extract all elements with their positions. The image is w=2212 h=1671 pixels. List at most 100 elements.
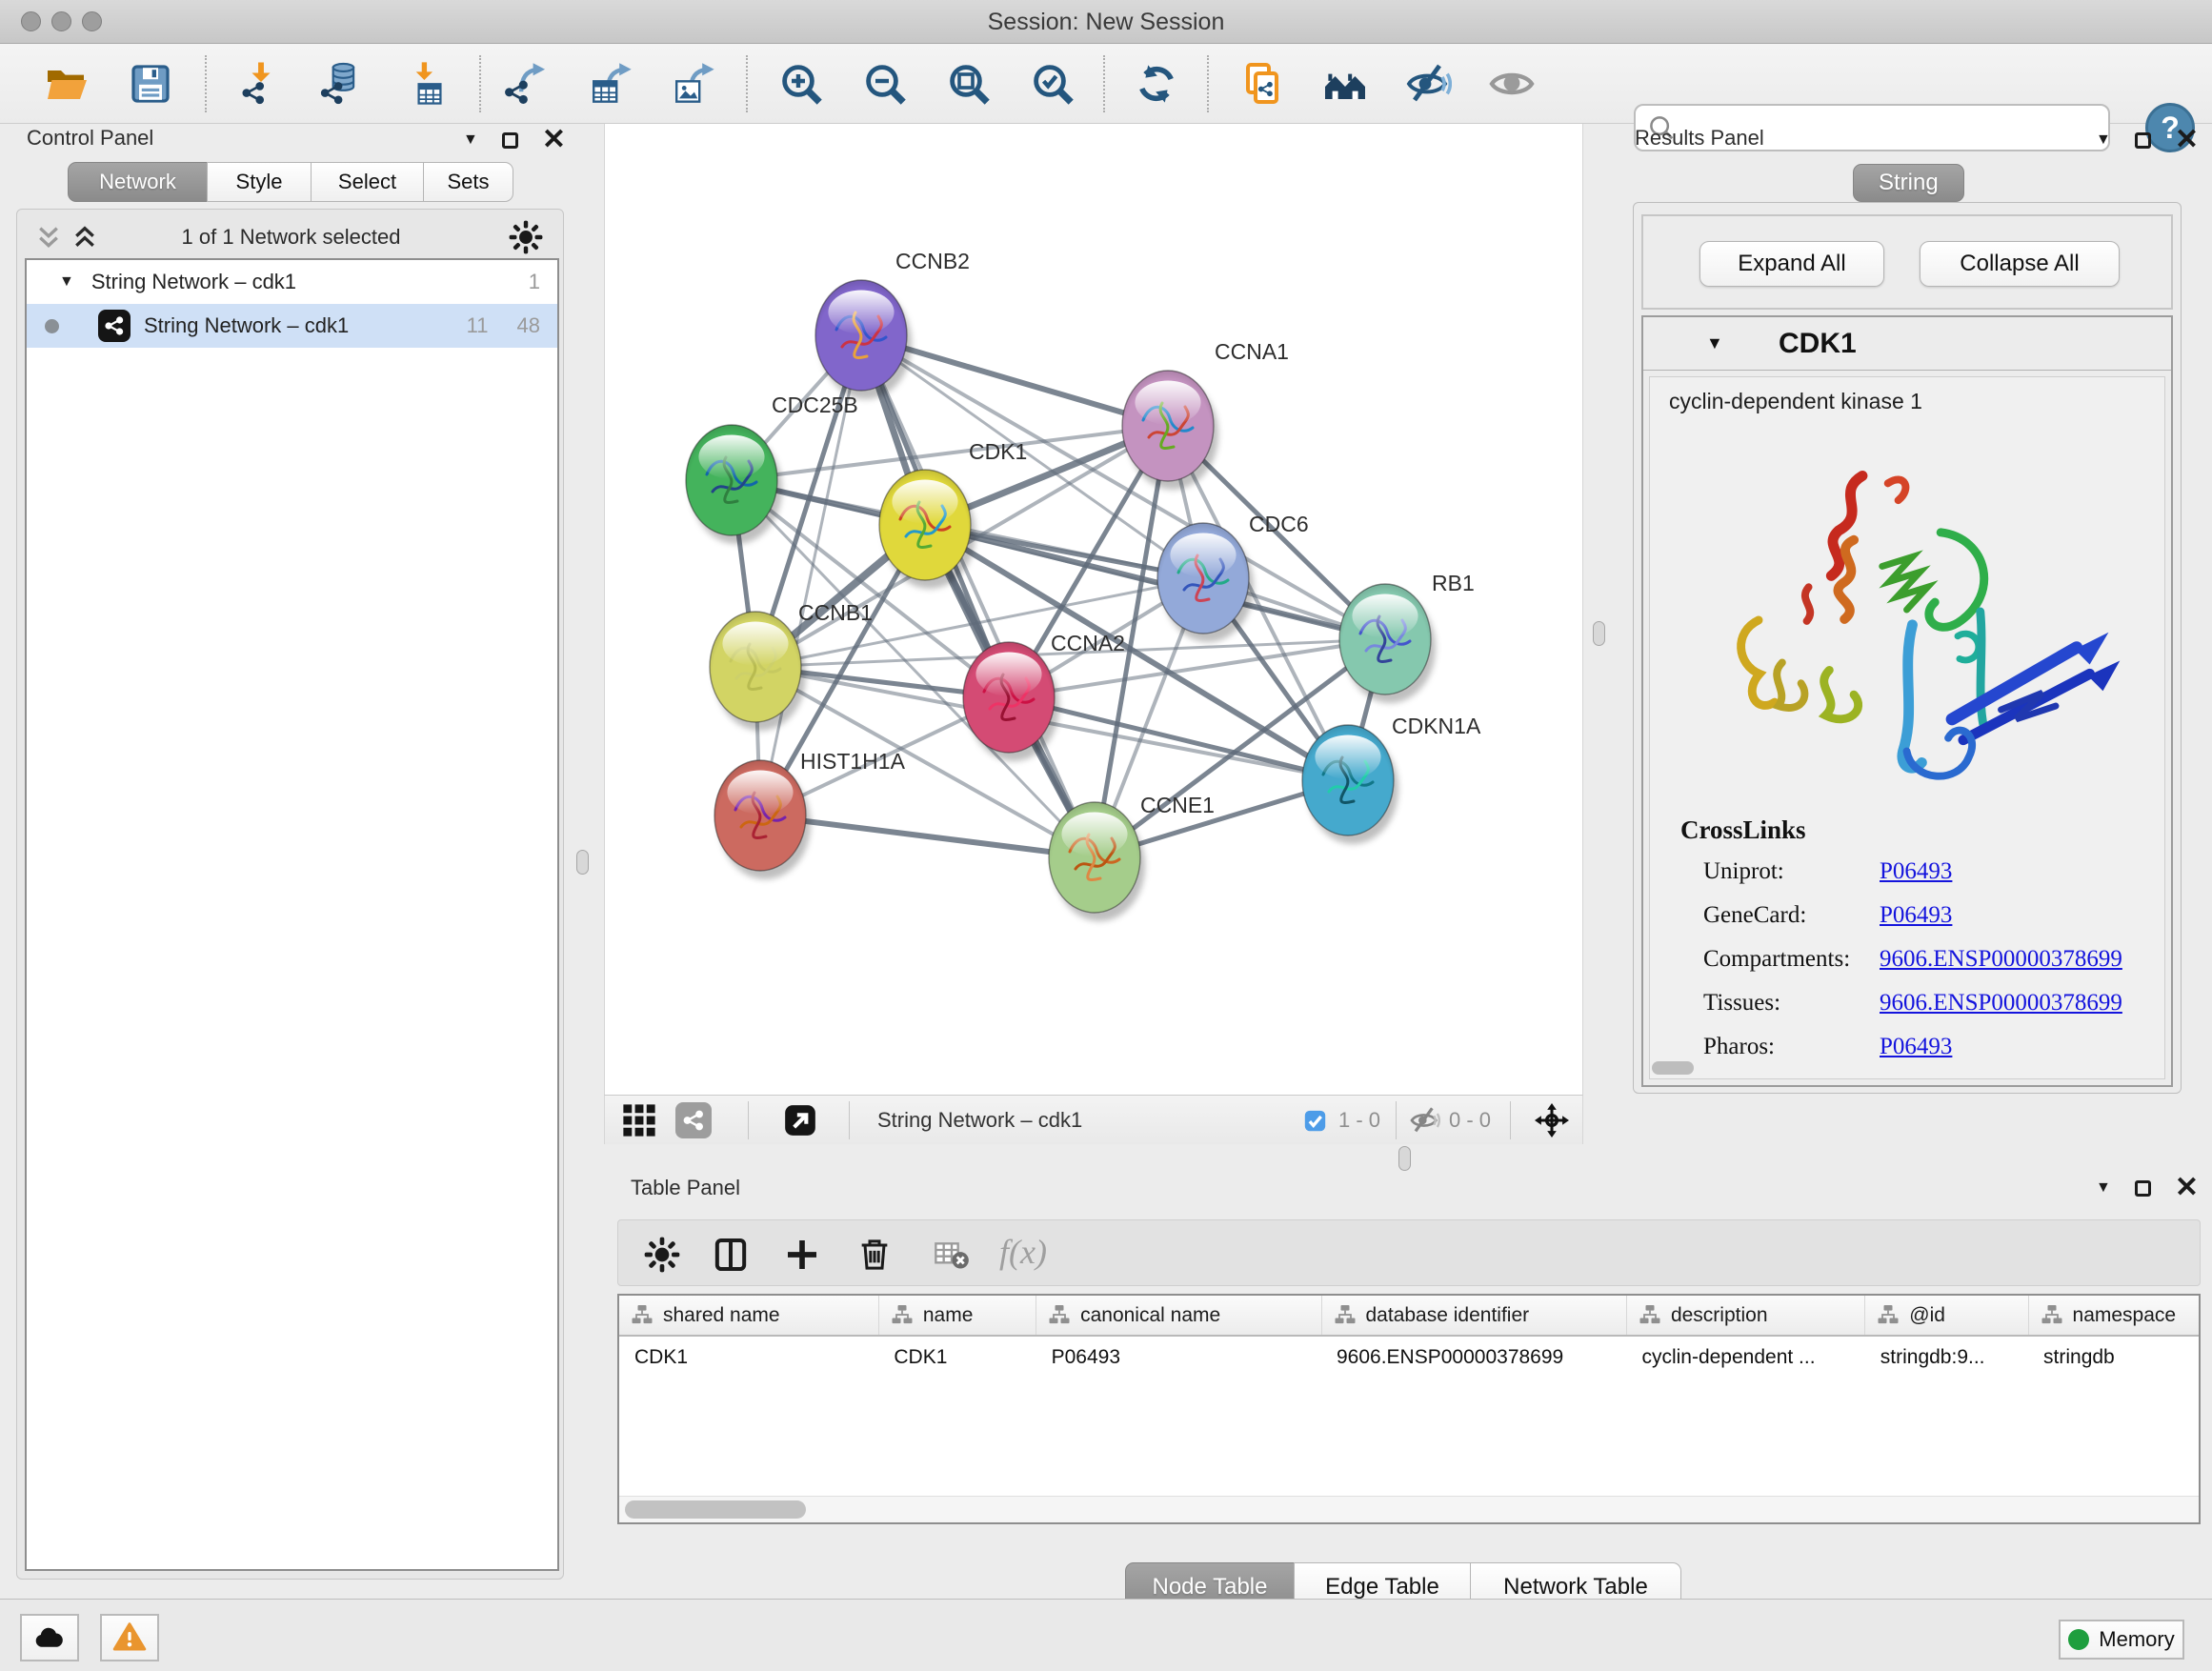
cloud-status-button[interactable] xyxy=(20,1614,79,1661)
network-selection-summary: 1 of 1 Network selected xyxy=(25,225,557,250)
pharos-link[interactable]: P06493 xyxy=(1880,1034,1952,1060)
column-header-shared-name[interactable]: shared name xyxy=(619,1296,878,1336)
refresh-icon xyxy=(1134,61,1179,107)
results-tab-string[interactable]: String xyxy=(1853,164,1964,202)
first-neighbors-button[interactable] xyxy=(1320,59,1370,109)
table-row[interactable]: CDK1CDK1P064939606.ENSP00000378699cyclin… xyxy=(619,1336,2201,1378)
open-session-button[interactable] xyxy=(42,59,91,109)
network-share-button[interactable] xyxy=(675,1101,712,1139)
string-results-panel: Expand All Collapse All ▼ CDK1 cyclin-de… xyxy=(1633,202,2182,1094)
network-node-CCNE1[interactable]: CCNE1 xyxy=(1049,793,1215,921)
warnings-button[interactable] xyxy=(100,1614,159,1661)
network-panel-gear-icon[interactable] xyxy=(508,219,544,255)
gene-collapse-icon[interactable]: ▼ xyxy=(1706,333,1723,353)
right-splitter-handle[interactable] xyxy=(1593,621,1605,646)
status-bar: Memory xyxy=(0,1599,2212,1671)
network-share-icon xyxy=(98,310,131,342)
panel-close-button[interactable]: ✕ xyxy=(542,131,566,149)
network-row-selected[interactable]: String Network – cdk1 11 48 xyxy=(27,304,557,348)
collection-expand-icon[interactable]: ▼ xyxy=(59,273,74,291)
zoom-selected-icon xyxy=(1030,61,1076,107)
cloud-icon xyxy=(32,1621,67,1655)
memory-button[interactable]: Memory xyxy=(2059,1620,2184,1660)
genecard-link[interactable]: P06493 xyxy=(1880,902,1952,929)
column-header-canonical-name[interactable]: canonical name xyxy=(1036,1296,1321,1336)
network-node-HIST1H1A[interactable]: HIST1H1A xyxy=(714,749,906,879)
zoom-fit-button[interactable] xyxy=(944,59,994,109)
column-type-icon xyxy=(2041,1303,2063,1326)
import-network-database-button[interactable] xyxy=(316,59,366,109)
clone-network-button[interactable] xyxy=(1237,59,1287,109)
column-header-database-identifier[interactable]: database identifier xyxy=(1321,1296,1626,1336)
delete-column-button[interactable] xyxy=(854,1234,895,1276)
gene-section-header[interactable]: ▼ CDK1 xyxy=(1643,317,2171,371)
mini-scrollbar-thumb[interactable] xyxy=(1652,1061,1694,1075)
network-collection-row[interactable]: ▼ String Network – cdk1 1 xyxy=(27,260,557,304)
expand-all-button[interactable]: Expand All xyxy=(1699,241,1884,287)
tissues-link[interactable]: 9606.ENSP00000378699 xyxy=(1880,990,2122,1017)
network-edge-CCNB2-CCNE1[interactable] xyxy=(861,335,1095,857)
table-settings-button[interactable] xyxy=(641,1234,683,1276)
network-node-RB1[interactable]: RB1 xyxy=(1339,571,1475,703)
tab-network[interactable]: Network xyxy=(68,162,208,202)
show-columns-button[interactable] xyxy=(710,1234,752,1276)
network-edge-CDK1-RB1[interactable] xyxy=(925,525,1385,639)
export-network-button[interactable] xyxy=(500,59,550,109)
crosslink-row: Compartments:9606.ENSP00000378699 xyxy=(1703,937,2151,981)
tab-sets[interactable]: Sets xyxy=(423,162,513,202)
gene-details: cyclin-dependent kinase 1 xyxy=(1649,376,2165,1079)
node-label-CDC6: CDC6 xyxy=(1249,512,1309,536)
panel-maximize-button[interactable] xyxy=(2135,132,2151,149)
save-session-button[interactable] xyxy=(126,59,175,109)
collapse-all-button[interactable]: Collapse All xyxy=(1920,241,2120,287)
hide-selected-button[interactable] xyxy=(1404,59,1454,109)
network-panel-header: 1 of 1 Network selected xyxy=(25,217,557,257)
columns-icon xyxy=(712,1236,750,1274)
tab-style[interactable]: Style xyxy=(207,162,312,202)
network-node-CCNA1[interactable]: CCNA1 xyxy=(1122,339,1289,490)
checkbox-icon xyxy=(1302,1108,1328,1134)
network-canvas[interactable]: CCNB2CCNA1CDC25BCDK1CDC6RB1CCNB1CCNA2CDK… xyxy=(604,124,1583,1095)
column-header--id[interactable]: @id xyxy=(1865,1296,2028,1336)
selected-checkbox[interactable] xyxy=(1302,1101,1328,1139)
network-node-CCNB2[interactable]: CCNB2 xyxy=(815,249,970,399)
panel-maximize-button[interactable] xyxy=(2135,1180,2151,1197)
network-node-CDC6[interactable]: CDC6 xyxy=(1157,512,1309,642)
tab-select[interactable]: Select xyxy=(311,162,424,202)
panel-float-button[interactable]: ▼ xyxy=(2096,1179,2111,1197)
export-table-button[interactable] xyxy=(585,59,634,109)
import-network-file-button[interactable] xyxy=(236,59,286,109)
grid-mode-button[interactable] xyxy=(621,1101,657,1139)
compartments-link[interactable]: 9606.ENSP00000378699 xyxy=(1880,946,2122,973)
column-header-name[interactable]: name xyxy=(878,1296,1036,1336)
uniprot-link[interactable]: P06493 xyxy=(1880,858,1952,885)
network-node-CCNA2[interactable]: CCNA2 xyxy=(963,631,1125,761)
hidden-toggle[interactable] xyxy=(1410,1101,1440,1139)
network-node-CDKN1A[interactable]: CDKN1A xyxy=(1302,714,1481,844)
column-header-description[interactable]: description xyxy=(1626,1296,1864,1336)
warning-icon xyxy=(112,1621,147,1655)
apply-layout-button[interactable] xyxy=(1132,59,1181,109)
panel-close-button[interactable]: ✕ xyxy=(2175,1179,2199,1197)
birds-eye-toggle-button[interactable] xyxy=(1535,1101,1569,1139)
zoom-out-button[interactable] xyxy=(860,59,910,109)
scrollbar-thumb[interactable] xyxy=(625,1500,806,1519)
zoom-selected-button[interactable] xyxy=(1028,59,1077,109)
export-image-button[interactable] xyxy=(668,59,717,109)
zoom-in-button[interactable] xyxy=(776,59,826,109)
table-horizontal-scrollbar[interactable] xyxy=(619,1496,2199,1522)
panel-maximize-button[interactable] xyxy=(502,132,518,149)
panel-float-button[interactable]: ▼ xyxy=(463,131,478,149)
panel-float-button[interactable]: ▼ xyxy=(2096,131,2111,149)
create-column-button[interactable] xyxy=(781,1234,823,1276)
bottom-splitter-handle[interactable] xyxy=(1398,1146,1411,1171)
network-node-CCNB1[interactable]: CCNB1 xyxy=(710,600,873,731)
panel-close-button[interactable]: ✕ xyxy=(2175,131,2199,149)
detach-view-button[interactable] xyxy=(782,1101,818,1139)
gear-icon xyxy=(643,1236,681,1274)
left-splitter-handle[interactable] xyxy=(576,850,589,875)
column-header-namespace[interactable]: namespace xyxy=(2028,1296,2201,1336)
zoom-in-icon xyxy=(778,61,824,107)
import-table-button[interactable] xyxy=(401,59,451,109)
title-bar: Session: New Session xyxy=(0,0,2212,44)
